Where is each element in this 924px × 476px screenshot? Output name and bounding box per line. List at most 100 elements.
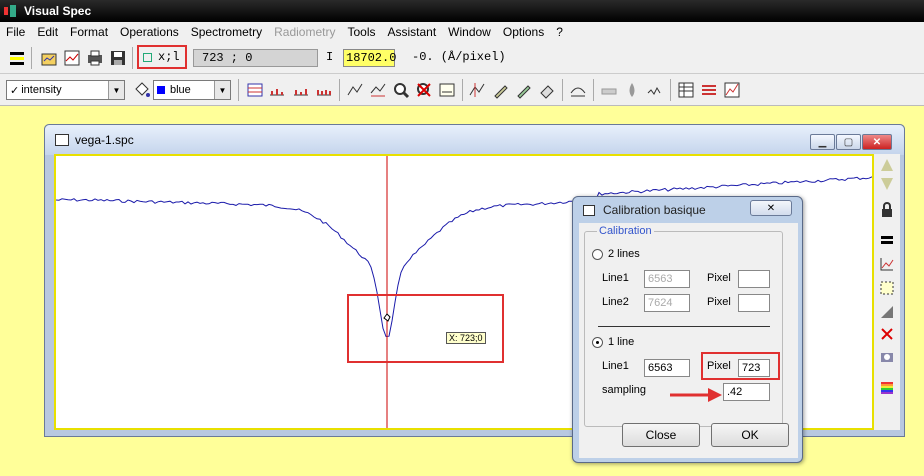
spectrum-window-titlebar[interactable]: vega-1.spc: [45, 125, 904, 155]
scroll-down-icon[interactable]: [879, 176, 895, 192]
pixel1-2l-label: Pixel: [707, 272, 731, 284]
spectrum-view-icon[interactable]: [438, 81, 456, 99]
pixel-highlight: [701, 352, 780, 380]
chart-select-icon[interactable]: [879, 256, 895, 272]
menu-help[interactable]: ?: [550, 25, 569, 39]
chart-icon[interactable]: [63, 49, 81, 67]
zoom-icon[interactable]: [392, 81, 410, 99]
measure-icon[interactable]: [468, 81, 486, 99]
chevron-down-icon[interactable]: ▼: [214, 81, 230, 99]
sampling-input[interactable]: .42: [723, 383, 770, 401]
peaks-multi-icon[interactable]: [315, 81, 333, 99]
menu-operations[interactable]: Operations: [114, 25, 185, 39]
display-mode-select[interactable]: ✓ intensity ▼: [6, 80, 125, 100]
display-mode-value: intensity: [21, 84, 62, 96]
select-region-icon[interactable]: [879, 280, 895, 296]
intensity-label: I: [326, 50, 334, 64]
dialog-icon: [583, 204, 595, 216]
gradient-icon[interactable]: [879, 304, 895, 320]
lock-icon[interactable]: [879, 202, 895, 218]
dialog-ok-button[interactable]: OK: [711, 423, 789, 447]
color-select-value: blue: [170, 84, 191, 96]
save-icon[interactable]: [109, 49, 127, 67]
line1-1l-input[interactable]: 6563: [644, 359, 690, 377]
graph-frame-icon[interactable]: [723, 81, 741, 99]
table-icon[interactable]: [677, 81, 695, 99]
line1-1l-label: Line1: [602, 360, 629, 372]
print-icon[interactable]: [86, 49, 104, 67]
dialog-close-button[interactable]: ✕: [750, 200, 792, 216]
menu-radiometry[interactable]: Radiometry: [268, 25, 341, 39]
xl-checkbox[interactable]: [143, 52, 152, 62]
camera-icon[interactable]: [879, 348, 895, 364]
scroll-up-icon[interactable]: [879, 157, 895, 173]
peaks-alt-icon[interactable]: [292, 81, 310, 99]
pixel2-2l-label: Pixel: [707, 296, 731, 308]
ruler-icon[interactable]: [600, 81, 618, 99]
pen-alt-icon[interactable]: [515, 81, 533, 99]
spectrum-window-icon: [55, 134, 69, 146]
pixel1-2l-input[interactable]: [738, 270, 770, 288]
option-1line-radio[interactable]: [592, 337, 603, 348]
pen-icon[interactable]: [492, 81, 510, 99]
group-divider: [598, 326, 770, 327]
maximize-button[interactable]: ▢: [836, 134, 861, 150]
calibration-dialog: Calibration basique ✕ Calibration 2 line…: [572, 196, 803, 463]
option-1line-label: 1 line: [608, 336, 635, 348]
menu-spectrometry[interactable]: Spectrometry: [185, 25, 268, 39]
zoom-cancel-icon[interactable]: [415, 81, 433, 99]
open-file-icon[interactable]: [40, 49, 58, 67]
option-2lines-label: 2 lines: [608, 248, 640, 260]
color-swatch: [157, 86, 165, 94]
dialog-body: Calibration 2 lines Line1 6563 Pixel Lin…: [579, 223, 798, 458]
dialog-title: Calibration basique: [603, 203, 706, 217]
menu-bar: File Edit Format Operations Spectrometry…: [0, 22, 924, 42]
calibration-group-label: Calibration: [597, 225, 654, 237]
rainbow-icon[interactable]: [879, 380, 895, 396]
menu-file[interactable]: File: [0, 25, 31, 39]
line2-2l-input[interactable]: 7624: [644, 294, 690, 312]
eraser-icon[interactable]: [538, 81, 556, 99]
xl-label: x;l: [158, 50, 180, 64]
grid-icon[interactable]: [246, 81, 264, 99]
line2-2l-label: Line2: [602, 296, 629, 308]
pixel2-2l-input[interactable]: [738, 294, 770, 312]
menu-window[interactable]: Window: [442, 25, 497, 39]
peaks-icon[interactable]: [268, 81, 286, 99]
delete-icon[interactable]: [879, 326, 895, 342]
close-button[interactable]: ✕: [862, 134, 892, 150]
window-controls: ▁ ▢ ✕: [809, 134, 892, 150]
arrow-right-icon: [670, 388, 722, 402]
menu-assistant[interactable]: Assistant: [381, 25, 442, 39]
cursor-highlight: [347, 294, 504, 363]
display-mode-check: ✓: [10, 84, 20, 97]
list-icon[interactable]: [700, 81, 718, 99]
equals-icon[interactable]: [879, 232, 895, 248]
chevron-down-icon[interactable]: ▼: [108, 81, 124, 99]
dialog-close-action-button[interactable]: Close: [622, 423, 700, 447]
drop-icon[interactable]: [623, 81, 641, 99]
main-toolbar: x;l 723 ; 0 I 18702.0 -0. (Å/pixel): [0, 42, 924, 74]
minimize-button[interactable]: ▁: [810, 134, 835, 150]
xl-mode-toggle[interactable]: x;l: [137, 45, 187, 69]
app-title-bar: Visual Spec: [0, 0, 924, 22]
line-tool-alt-icon[interactable]: [369, 81, 387, 99]
dispersion-readout: -0. (Å/pixel): [412, 50, 506, 64]
color-select[interactable]: blue ▼: [153, 80, 231, 100]
smooth-icon[interactable]: [646, 81, 664, 99]
menu-tools[interactable]: Tools: [341, 25, 381, 39]
paint-bucket-icon[interactable]: [133, 81, 151, 99]
intensity-field: 18702.0: [343, 49, 396, 67]
menu-options[interactable]: Options: [497, 25, 550, 39]
fit-icon[interactable]: [569, 81, 587, 99]
coordinate-field: 723 ; 0: [193, 49, 318, 67]
option-2lines-radio[interactable]: [592, 249, 603, 260]
line-tool-icon[interactable]: [346, 81, 364, 99]
line1-2l-input[interactable]: 6563: [644, 270, 690, 288]
menu-edit[interactable]: Edit: [31, 25, 64, 39]
display-toolbar: ✓ intensity ▼ blue ▼: [0, 74, 924, 106]
line1-2l-label: Line1: [602, 272, 629, 284]
stack-icon[interactable]: [8, 49, 26, 67]
menu-format[interactable]: Format: [64, 25, 114, 39]
app-icon: [4, 5, 18, 17]
